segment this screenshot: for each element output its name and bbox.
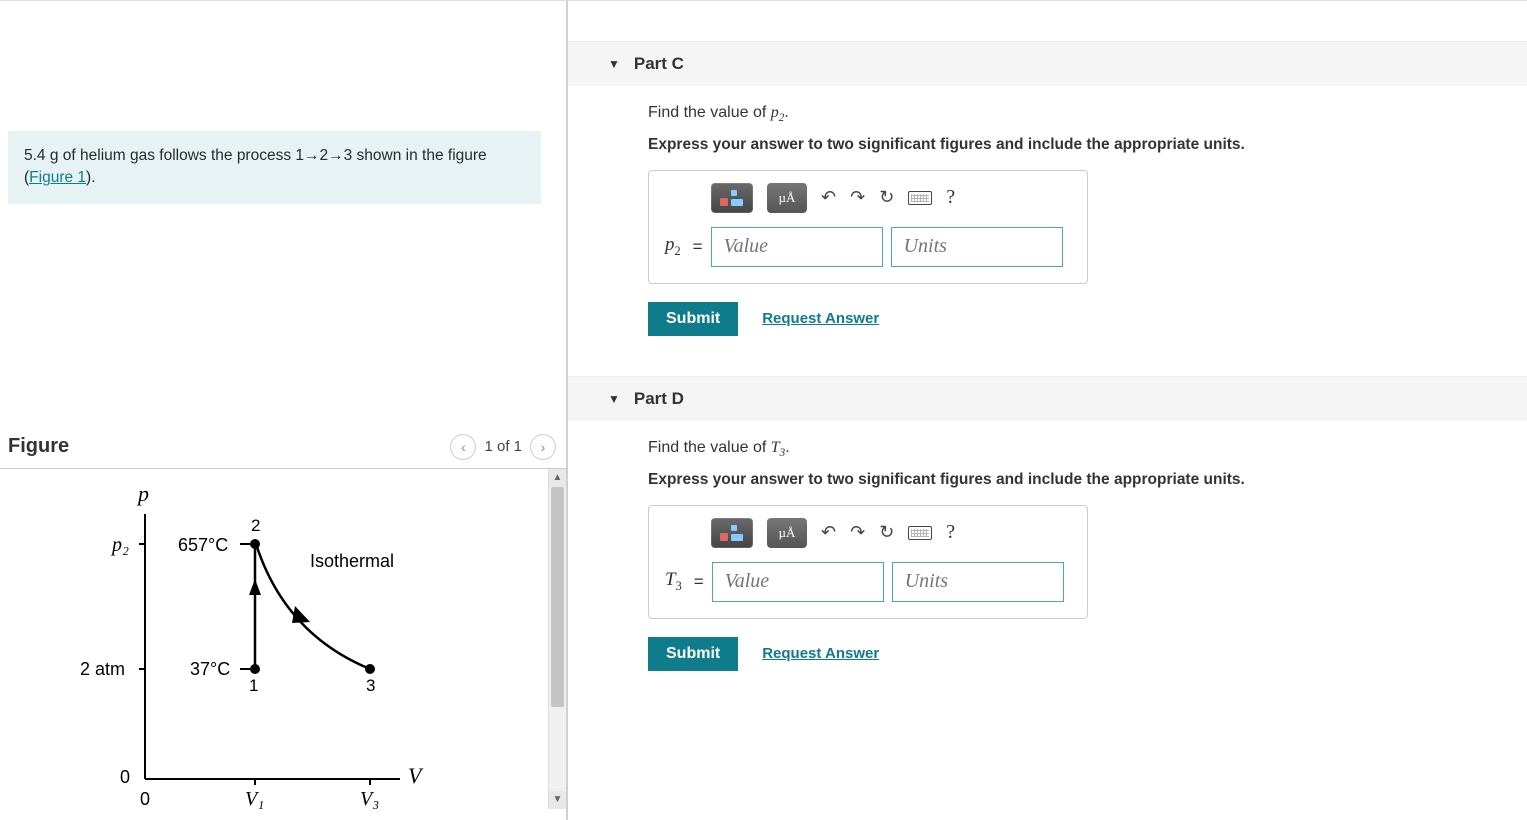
part-d-title: Part D: [634, 389, 684, 409]
redo-icon[interactable]: ↷: [850, 522, 865, 543]
label-657c: 657°C: [178, 535, 228, 555]
scroll-down-icon[interactable]: ▼: [549, 791, 566, 809]
part-c-instructions: Express your answer to two significant f…: [648, 134, 1487, 156]
units-btn-label: µÅ: [779, 525, 796, 541]
problem-statement: 5.4 g of helium gas follows the process …: [8, 131, 541, 204]
help-icon[interactable]: ?: [946, 521, 955, 544]
figure-link[interactable]: Figure 1: [29, 169, 86, 186]
keyboard-icon[interactable]: [908, 526, 932, 540]
part-c-header[interactable]: ▼ Part C: [568, 41, 1527, 86]
label-point1: 1: [249, 676, 258, 695]
label-zero-y: 0: [120, 767, 130, 787]
equals-sign: =: [693, 237, 703, 257]
equals-sign: =: [694, 572, 704, 592]
reset-icon[interactable]: ↻: [879, 522, 894, 543]
label-isothermal: Isothermal: [310, 551, 394, 571]
collapse-caret-icon: ▼: [608, 57, 620, 71]
part-d-units-input[interactable]: [892, 562, 1064, 602]
label-zero-x: 0: [140, 789, 150, 809]
units-btn-label: µÅ: [779, 190, 796, 206]
answer-toolbar: µÅ ↶ ↷ ↻ ?: [711, 518, 1073, 548]
figure-next-button[interactable]: ›: [530, 434, 556, 460]
label-point2: 2: [251, 516, 260, 535]
help-icon[interactable]: ?: [946, 186, 955, 209]
figure-header: Figure ‹ 1 of 1 ›: [0, 434, 566, 469]
part-c-var: p: [771, 104, 779, 121]
part-d-prompt: Find the value of T3.: [648, 439, 1487, 459]
label-2atm: 2 atm: [80, 659, 125, 679]
undo-icon[interactable]: ↶: [821, 187, 836, 208]
part-d: ▼ Part D Find the value of T3. Express y…: [568, 376, 1527, 671]
part-c-prompt: Find the value of p2.: [648, 104, 1487, 124]
part-c-request-answer-link[interactable]: Request Answer: [762, 310, 879, 327]
figure-image: p V p₂ 2 atm 0 0 V₁ V₃ 657°C 37°C 1 2 3 …: [0, 469, 548, 809]
figure-pager-text: 1 of 1: [484, 438, 522, 455]
part-c-submit-button[interactable]: Submit: [648, 302, 738, 336]
label-point3: 3: [366, 676, 375, 695]
right-pane: ▼ Part C Find the value of p2. Express y…: [568, 1, 1527, 820]
part-d-var-label: T3: [663, 569, 686, 594]
part-c-units-input[interactable]: [891, 227, 1063, 267]
templates-button[interactable]: [711, 183, 753, 213]
reset-icon[interactable]: ↻: [879, 187, 894, 208]
part-d-request-answer-link[interactable]: Request Answer: [762, 645, 879, 662]
part-c-value-input[interactable]: [711, 227, 883, 267]
part-c-title: Part C: [634, 54, 684, 74]
part-d-submit-button[interactable]: Submit: [648, 637, 738, 671]
part-d-var: T: [771, 439, 780, 456]
part-c-answer-box: µÅ ↶ ↷ ↻ ? p2 =: [648, 170, 1088, 284]
part-d-answer-box: µÅ ↶ ↷ ↻ ? T3 =: [648, 505, 1088, 619]
figure-prev-button[interactable]: ‹: [450, 434, 476, 460]
templates-button[interactable]: [711, 518, 753, 548]
label-p2: p₂: [110, 534, 129, 556]
left-pane: 5.4 g of helium gas follows the process …: [0, 1, 568, 820]
part-c-prompt-prefix: Find the value of: [648, 104, 771, 121]
part-d-value-input[interactable]: [712, 562, 884, 602]
part-d-instructions: Express your answer to two significant f…: [648, 469, 1487, 491]
label-v3: V₃: [360, 788, 379, 809]
collapse-caret-icon: ▼: [608, 392, 620, 406]
answer-toolbar: µÅ ↶ ↷ ↻ ?: [711, 183, 1073, 213]
figure-body: p V p₂ 2 atm 0 0 V₁ V₃ 657°C 37°C 1 2 3 …: [0, 469, 566, 809]
label-y-axis: p: [136, 481, 149, 506]
label-37c: 37°C: [190, 659, 230, 679]
label-v1: V₁: [245, 788, 264, 809]
figure-scrollbar[interactable]: ▲ ▼: [548, 469, 566, 809]
part-d-prompt-prefix: Find the value of: [648, 439, 771, 456]
figure-pager: ‹ 1 of 1 ›: [450, 434, 556, 460]
units-symbols-button[interactable]: µÅ: [767, 518, 807, 548]
redo-icon[interactable]: ↷: [850, 187, 865, 208]
keyboard-icon[interactable]: [908, 191, 932, 205]
label-x-axis: V: [408, 763, 424, 788]
units-symbols-button[interactable]: µÅ: [767, 183, 807, 213]
part-c-prompt-suffix: .: [784, 104, 788, 121]
scroll-thumb[interactable]: [551, 487, 564, 707]
scroll-up-icon[interactable]: ▲: [549, 469, 566, 487]
figure-title: Figure: [8, 435, 69, 458]
part-d-prompt-suffix: .: [785, 439, 789, 456]
part-d-header[interactable]: ▼ Part D: [568, 376, 1527, 421]
problem-text-suffix: ).: [86, 169, 95, 186]
part-c-var-label: p2: [663, 234, 685, 259]
part-c: ▼ Part C Find the value of p2. Express y…: [568, 41, 1527, 336]
undo-icon[interactable]: ↶: [821, 522, 836, 543]
